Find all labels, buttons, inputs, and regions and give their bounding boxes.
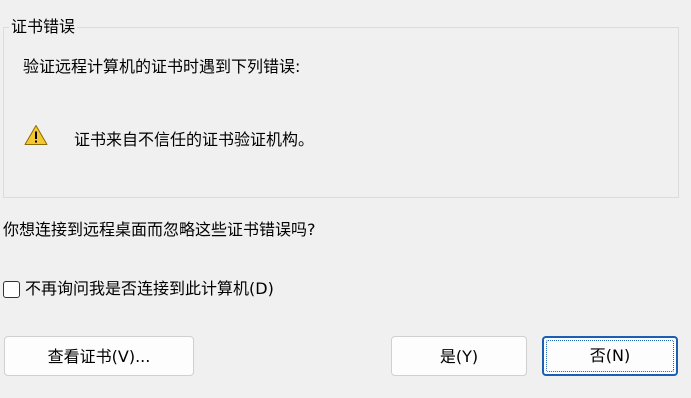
yes-button[interactable]: 是(Y) — [391, 336, 527, 376]
warning-icon — [24, 125, 48, 145]
error-item-untrusted-ca: 证书来自不信任的证书验证机构。 — [74, 130, 315, 149]
groupbox-title: 证书错误 — [9, 16, 78, 38]
dont-ask-again-checkbox[interactable] — [3, 280, 20, 298]
no-button[interactable]: 否(N) — [542, 336, 678, 376]
dont-ask-again-label[interactable]: 不再询问我是否连接到此计算机(D) — [25, 278, 274, 300]
certificate-errors-groupbox — [3, 27, 679, 198]
ignore-errors-question: 你想连接到远程桌面而忽略这些证书错误吗? — [3, 220, 316, 239]
view-certificate-button[interactable]: 查看证书(V)... — [4, 336, 194, 376]
dont-ask-again-row[interactable]: 不再询问我是否连接到此计算机(D) — [3, 278, 274, 300]
no-button-label: 否(N) — [589, 346, 631, 365]
errors-intro-text: 验证远程计算机的证书时遇到下列错误: — [23, 57, 301, 76]
